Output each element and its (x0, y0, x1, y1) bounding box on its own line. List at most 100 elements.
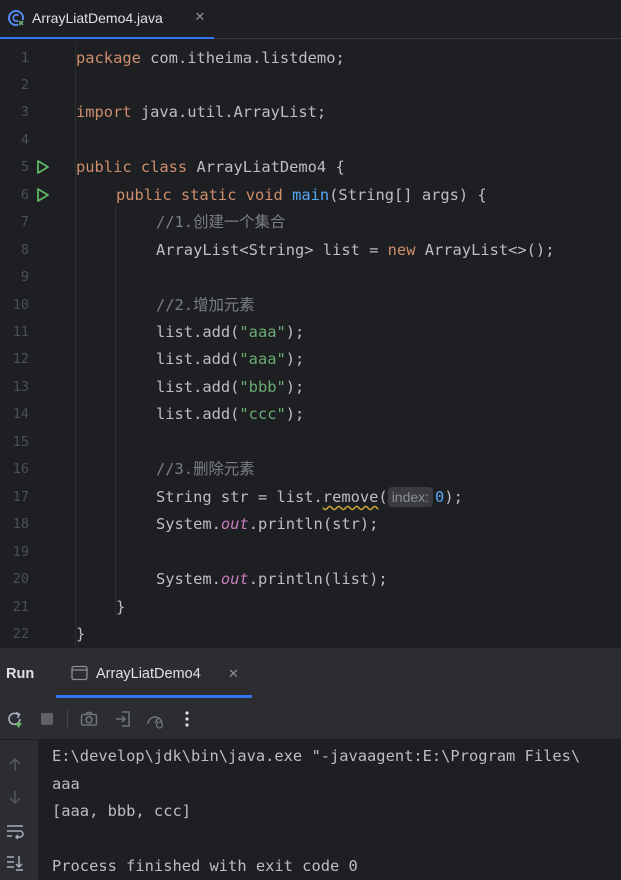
line-number: 18 (12, 516, 29, 532)
code-text: (String[] args) { (329, 186, 487, 204)
code-line-14: list.add("ccc"); (156, 401, 304, 428)
scroll-up-icon[interactable] (5, 755, 25, 775)
code-line-17: String str = list.remove(index: 0); (156, 484, 463, 511)
close-icon[interactable]: ✕ (193, 9, 207, 25)
method-name: main (292, 186, 330, 204)
scroll-down-icon[interactable] (5, 787, 25, 807)
code-line-3: import java.util.ArrayList; (76, 99, 326, 126)
code-text: com.itheima.listdemo; (140, 49, 345, 67)
code-text: list.add( (156, 323, 240, 341)
toolbar-separator (67, 709, 68, 729)
code-line-12: list.add("aaa"); (156, 346, 304, 373)
line-number: 6 (20, 187, 29, 203)
screenshot-icon[interactable] (79, 709, 99, 729)
code-text: ); (285, 378, 305, 396)
console-line: Process finished with exit code 0 (52, 857, 358, 875)
line-number: 11 (12, 324, 29, 340)
code-line-8: ArrayList<String> list = new ArrayList<>… (156, 237, 554, 264)
code-line-20: System.out.println(list); (156, 566, 388, 593)
more-icon[interactable] (177, 709, 197, 729)
code-text: list.add( (156, 405, 240, 423)
active-tab-indicator (56, 695, 252, 698)
run-tab-arraylistdemo4[interactable]: ArrayLiatDemo4 ✕ (56, 648, 252, 699)
editor-tab-label: ArrayLiatDemo4.java (32, 10, 163, 26)
code-line-18: System.out.println(str); (156, 511, 378, 538)
close-icon[interactable]: ✕ (228, 666, 239, 682)
static-field: out (220, 570, 249, 588)
code-text: ); (285, 323, 305, 341)
console-output[interactable]: E:\develop\jdk\bin\java.exe "-javaagent:… (38, 740, 621, 880)
line-number-gutter: 1 2 3 4 5 6 7 8 9 10 11 12 13 14 15 16 1… (0, 42, 72, 647)
code-text: list.add( (156, 378, 240, 396)
code-text: System. (156, 515, 221, 533)
warning-highlight[interactable]: remove (323, 488, 379, 506)
code-editor[interactable]: 1 2 3 4 5 6 7 8 9 10 11 12 13 14 15 16 1… (0, 42, 621, 647)
code-line-10: //2.增加元素 (156, 296, 255, 314)
editor-tab-arraylistdemo4[interactable]: ArrayLiatDemo4.java ✕ (0, 0, 214, 39)
parameter-hint: index: (387, 487, 434, 507)
active-tab-indicator (0, 37, 214, 39)
code-line-16: //3.删除元素 (156, 460, 255, 478)
editor-tab-bar: ArrayLiatDemo4.java ✕ (0, 0, 621, 39)
line-number: 15 (12, 434, 29, 450)
keyword: package (76, 49, 141, 67)
console-line: E:\develop\jdk\bin\java.exe "-javaagent:… (52, 747, 581, 765)
run-gutter-icon[interactable] (35, 159, 51, 175)
scroll-to-end-icon[interactable] (5, 853, 25, 873)
line-number: 10 (12, 297, 29, 313)
code-text: ArrayList<String> list = (156, 241, 388, 259)
java-class-icon (8, 10, 24, 26)
code-text: ArrayList<>(); (415, 241, 555, 259)
run-toolbar (0, 699, 621, 740)
run-gutter-icon[interactable] (35, 187, 51, 203)
dump-icon[interactable] (145, 709, 165, 729)
run-panel-title: Run (6, 666, 35, 682)
code-text: list.add( (156, 350, 240, 368)
code-text: .println(list); (248, 570, 388, 588)
static-field: out (220, 515, 249, 533)
line-number: 8 (20, 242, 29, 258)
code-text: .println(str); (248, 515, 379, 533)
string-literal: "aaa" (239, 323, 286, 341)
code-text: String str = list. (156, 488, 323, 506)
line-number: 1 (20, 50, 29, 66)
code-text: ); (444, 488, 463, 506)
code-line-1: package com.itheima.listdemo; (76, 45, 345, 72)
line-number: 12 (12, 351, 29, 367)
keyword: import (76, 103, 132, 121)
line-number: 9 (20, 269, 29, 285)
line-number: 7 (20, 214, 29, 230)
run-tool-window-header: Run ArrayLiatDemo4 ✕ (0, 647, 621, 699)
keyword: new (387, 241, 416, 259)
string-literal: "ccc" (239, 405, 286, 423)
code-line-21: } (116, 598, 126, 616)
line-number: 20 (12, 571, 29, 587)
code-text: ); (285, 405, 305, 423)
line-number: 2 (20, 77, 29, 93)
code-text: ( (378, 488, 388, 506)
string-literal: "bbb" (239, 378, 286, 396)
line-number: 21 (12, 599, 29, 615)
console-side-toolbar (0, 740, 38, 880)
line-number: 19 (12, 544, 29, 560)
code-line-7: //1.创建一个集合 (156, 213, 286, 231)
code-text: ArrayLiatDemo4 { (187, 158, 345, 176)
indent-guide (115, 207, 116, 617)
stop-icon[interactable] (37, 709, 57, 729)
code-text: ); (285, 350, 305, 368)
console-icon (71, 665, 88, 681)
string-literal: "aaa" (239, 350, 286, 368)
exit-icon[interactable] (113, 709, 133, 729)
soft-wrap-icon[interactable] (5, 821, 25, 841)
line-number: 4 (20, 132, 29, 148)
code-text: java.util.ArrayList; (131, 103, 327, 121)
rerun-icon[interactable] (5, 709, 25, 729)
run-tab-label: ArrayLiatDemo4 (96, 666, 201, 682)
line-number: 13 (12, 379, 29, 395)
code-line-5: public class ArrayLiatDemo4 { (76, 154, 345, 181)
console-line: aaa (52, 775, 80, 793)
line-number: 5 (20, 159, 29, 175)
code-line-11: list.add("aaa"); (156, 319, 304, 346)
line-number: 17 (12, 489, 29, 505)
code-line-22: } (76, 625, 86, 643)
